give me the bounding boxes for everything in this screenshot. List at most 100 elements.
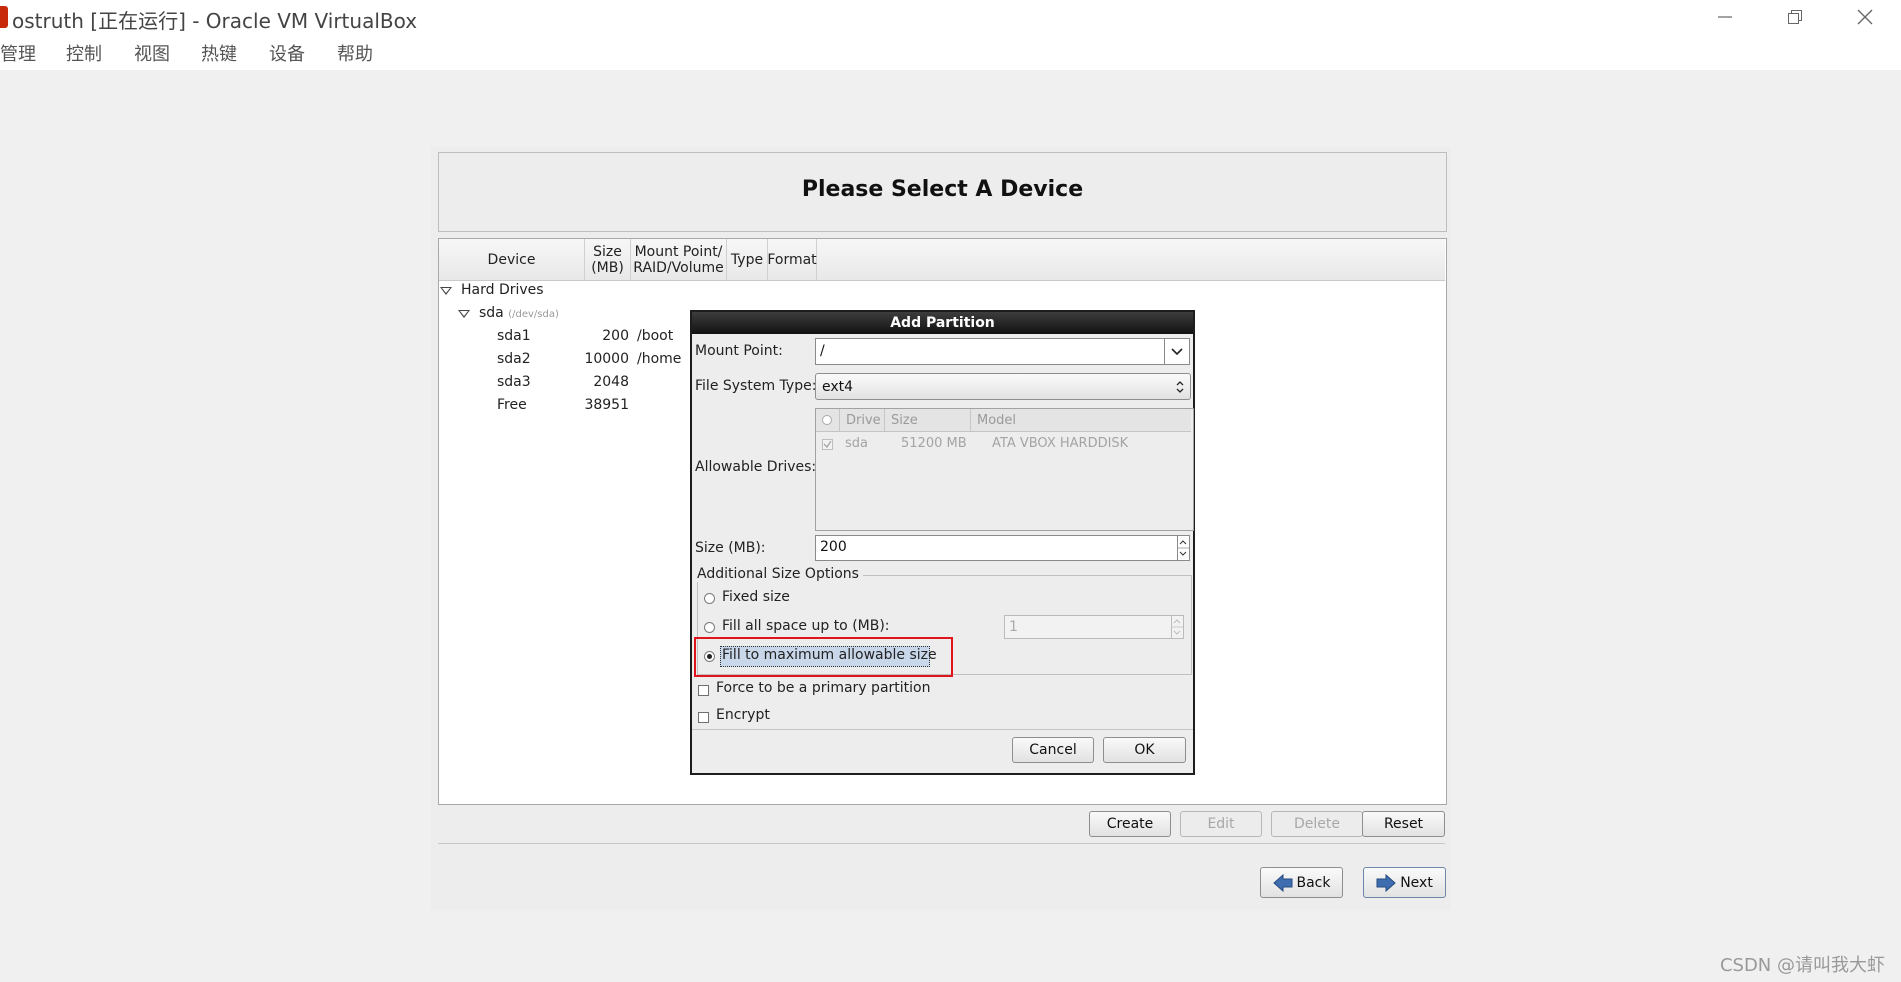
- drives-column-drive[interactable]: Drive: [840, 409, 885, 431]
- fs-type-select[interactable]: ext4: [815, 373, 1191, 400]
- row-size: 10000: [584, 351, 629, 367]
- size-input[interactable]: 200: [815, 535, 1178, 561]
- fixed-size-label[interactable]: Fixed size: [722, 589, 790, 605]
- back-arrow-icon: [1272, 873, 1292, 892]
- restore-button[interactable]: [1760, 0, 1830, 34]
- restore-icon: [1788, 10, 1802, 24]
- installer-header: Please Select A Device: [438, 152, 1447, 232]
- menu-help[interactable]: 帮助: [337, 40, 373, 66]
- drive-sda-name: sda: [845, 436, 868, 451]
- create-button[interactable]: Create: [1089, 811, 1171, 837]
- cancel-button[interactable]: Cancel: [1012, 737, 1094, 763]
- menu-devices[interactable]: 设备: [269, 40, 305, 66]
- expander-sda-icon[interactable]: [458, 310, 470, 318]
- fs-type-value: ext4: [822, 378, 854, 395]
- column-device[interactable]: Device: [439, 239, 585, 280]
- mount-point-dropdown-button[interactable]: [1164, 338, 1190, 365]
- fixed-size-radio[interactable]: [704, 593, 715, 604]
- force-primary-label[interactable]: Force to be a primary partition: [716, 680, 930, 696]
- menu-view[interactable]: 视图: [134, 40, 170, 66]
- drive-sda-checkbox[interactable]: [822, 439, 833, 450]
- reset-button[interactable]: Reset: [1362, 811, 1445, 837]
- force-primary-checkbox[interactable]: [698, 685, 709, 696]
- edit-button[interactable]: Edit: [1180, 811, 1262, 837]
- fill-up-to-input[interactable]: 1: [1004, 615, 1172, 639]
- cancel-label: Cancel: [1029, 742, 1077, 758]
- encrypt-label[interactable]: Encrypt: [716, 707, 770, 723]
- ok-label: OK: [1134, 742, 1155, 758]
- size-options-label: Additional Size Options: [697, 566, 863, 582]
- tree-column-header: Device Size (MB) Mount Point/ RAID/Volum…: [439, 239, 1445, 281]
- minimize-icon: [1718, 16, 1732, 18]
- back-label: Back: [1296, 874, 1331, 891]
- size-label: Size (MB):: [695, 540, 766, 556]
- menu-control[interactable]: 控制: [66, 40, 102, 66]
- virtualbox-app-icon: [0, 6, 8, 28]
- window-title: ostruth [正在运行] - Oracle VM VirtualBox: [12, 9, 418, 33]
- row-mount: /home: [637, 351, 682, 367]
- tree-item-sda[interactable]: sda (/dev/sda): [479, 305, 559, 321]
- row-device: sda1: [497, 328, 531, 344]
- page-title: Please Select A Device: [801, 177, 1084, 202]
- drive-sda-size: 51200 MB: [901, 436, 967, 451]
- back-button[interactable]: Back: [1260, 867, 1343, 898]
- expander-hard-drives-icon[interactable]: [440, 287, 452, 295]
- create-label: Create: [1106, 816, 1154, 832]
- drives-select-all-column[interactable]: [816, 409, 840, 431]
- disk-path: (/dev/sda): [508, 309, 559, 320]
- close-window-button[interactable]: [1830, 0, 1900, 34]
- delete-label: Delete: [1294, 816, 1340, 832]
- size-spinner[interactable]: [1177, 535, 1190, 561]
- chevron-down-icon: [1171, 347, 1183, 355]
- row-device: Free: [497, 397, 527, 413]
- minimize-button[interactable]: [1690, 0, 1760, 34]
- menu-manage[interactable]: 管理: [0, 40, 36, 66]
- fill-up-to-label[interactable]: Fill all space up to (MB):: [722, 618, 890, 634]
- drives-list-header: Drive Size Model: [816, 409, 1191, 432]
- column-mount-point[interactable]: Mount Point/ RAID/Volume: [631, 239, 727, 280]
- fill-up-to-spinner[interactable]: [1171, 615, 1184, 639]
- tree-row-sda3[interactable]: sda3: [497, 374, 531, 390]
- watermark-text: CSDN @请叫我大虾: [1719, 955, 1885, 976]
- next-label: Next: [1400, 874, 1433, 891]
- row-size: 38951: [584, 397, 629, 413]
- disk-name: sda: [479, 305, 504, 321]
- tree-row-sda2[interactable]: sda2: [497, 351, 531, 367]
- next-arrow-icon: [1376, 873, 1396, 892]
- annotation-highlight-box: [694, 637, 953, 677]
- close-icon: [1857, 9, 1873, 25]
- ok-button[interactable]: OK: [1103, 737, 1186, 763]
- spinner-arrows-icon: [1178, 540, 1189, 556]
- reset-label: Reset: [1383, 816, 1424, 832]
- allowable-drives-label: Allowable Drives:: [695, 459, 817, 475]
- row-size: 200: [602, 328, 629, 344]
- tree-item-hard-drives[interactable]: Hard Drives: [461, 282, 544, 298]
- drives-column-model[interactable]: Model: [971, 409, 1191, 431]
- tree-row-free[interactable]: Free: [497, 397, 527, 413]
- encrypt-checkbox[interactable]: [698, 712, 709, 723]
- drives-column-size[interactable]: Size: [885, 409, 971, 431]
- delete-button[interactable]: Delete: [1271, 811, 1363, 837]
- mount-point-label: Mount Point:: [695, 343, 783, 359]
- divider: [438, 843, 1445, 844]
- dialog-divider: [692, 729, 1193, 730]
- drive-sda-model: ATA VBOX HARDDISK: [992, 436, 1129, 451]
- tree-row-sda1[interactable]: sda1: [497, 328, 531, 344]
- mount-point-input[interactable]: /: [815, 338, 1165, 365]
- dialog-title: Add Partition: [692, 312, 1193, 334]
- updown-arrows-icon: [1176, 381, 1184, 393]
- fs-type-label: File System Type:: [695, 378, 817, 394]
- menu-hotkeys[interactable]: 热键: [201, 40, 237, 66]
- fill-up-to-radio[interactable]: [704, 622, 715, 633]
- row-mount: /boot: [637, 328, 674, 344]
- column-format[interactable]: Format: [767, 239, 817, 280]
- row-device: sda2: [497, 351, 531, 367]
- checkmark-icon: [823, 440, 832, 449]
- column-size[interactable]: Size (MB): [585, 239, 631, 280]
- edit-label: Edit: [1207, 816, 1235, 832]
- row-size: 2048: [593, 374, 629, 390]
- header-circle-icon: [822, 415, 832, 425]
- next-button[interactable]: Next: [1363, 867, 1446, 898]
- column-type[interactable]: Type: [727, 239, 768, 280]
- spinner-arrows-icon: [1172, 619, 1183, 635]
